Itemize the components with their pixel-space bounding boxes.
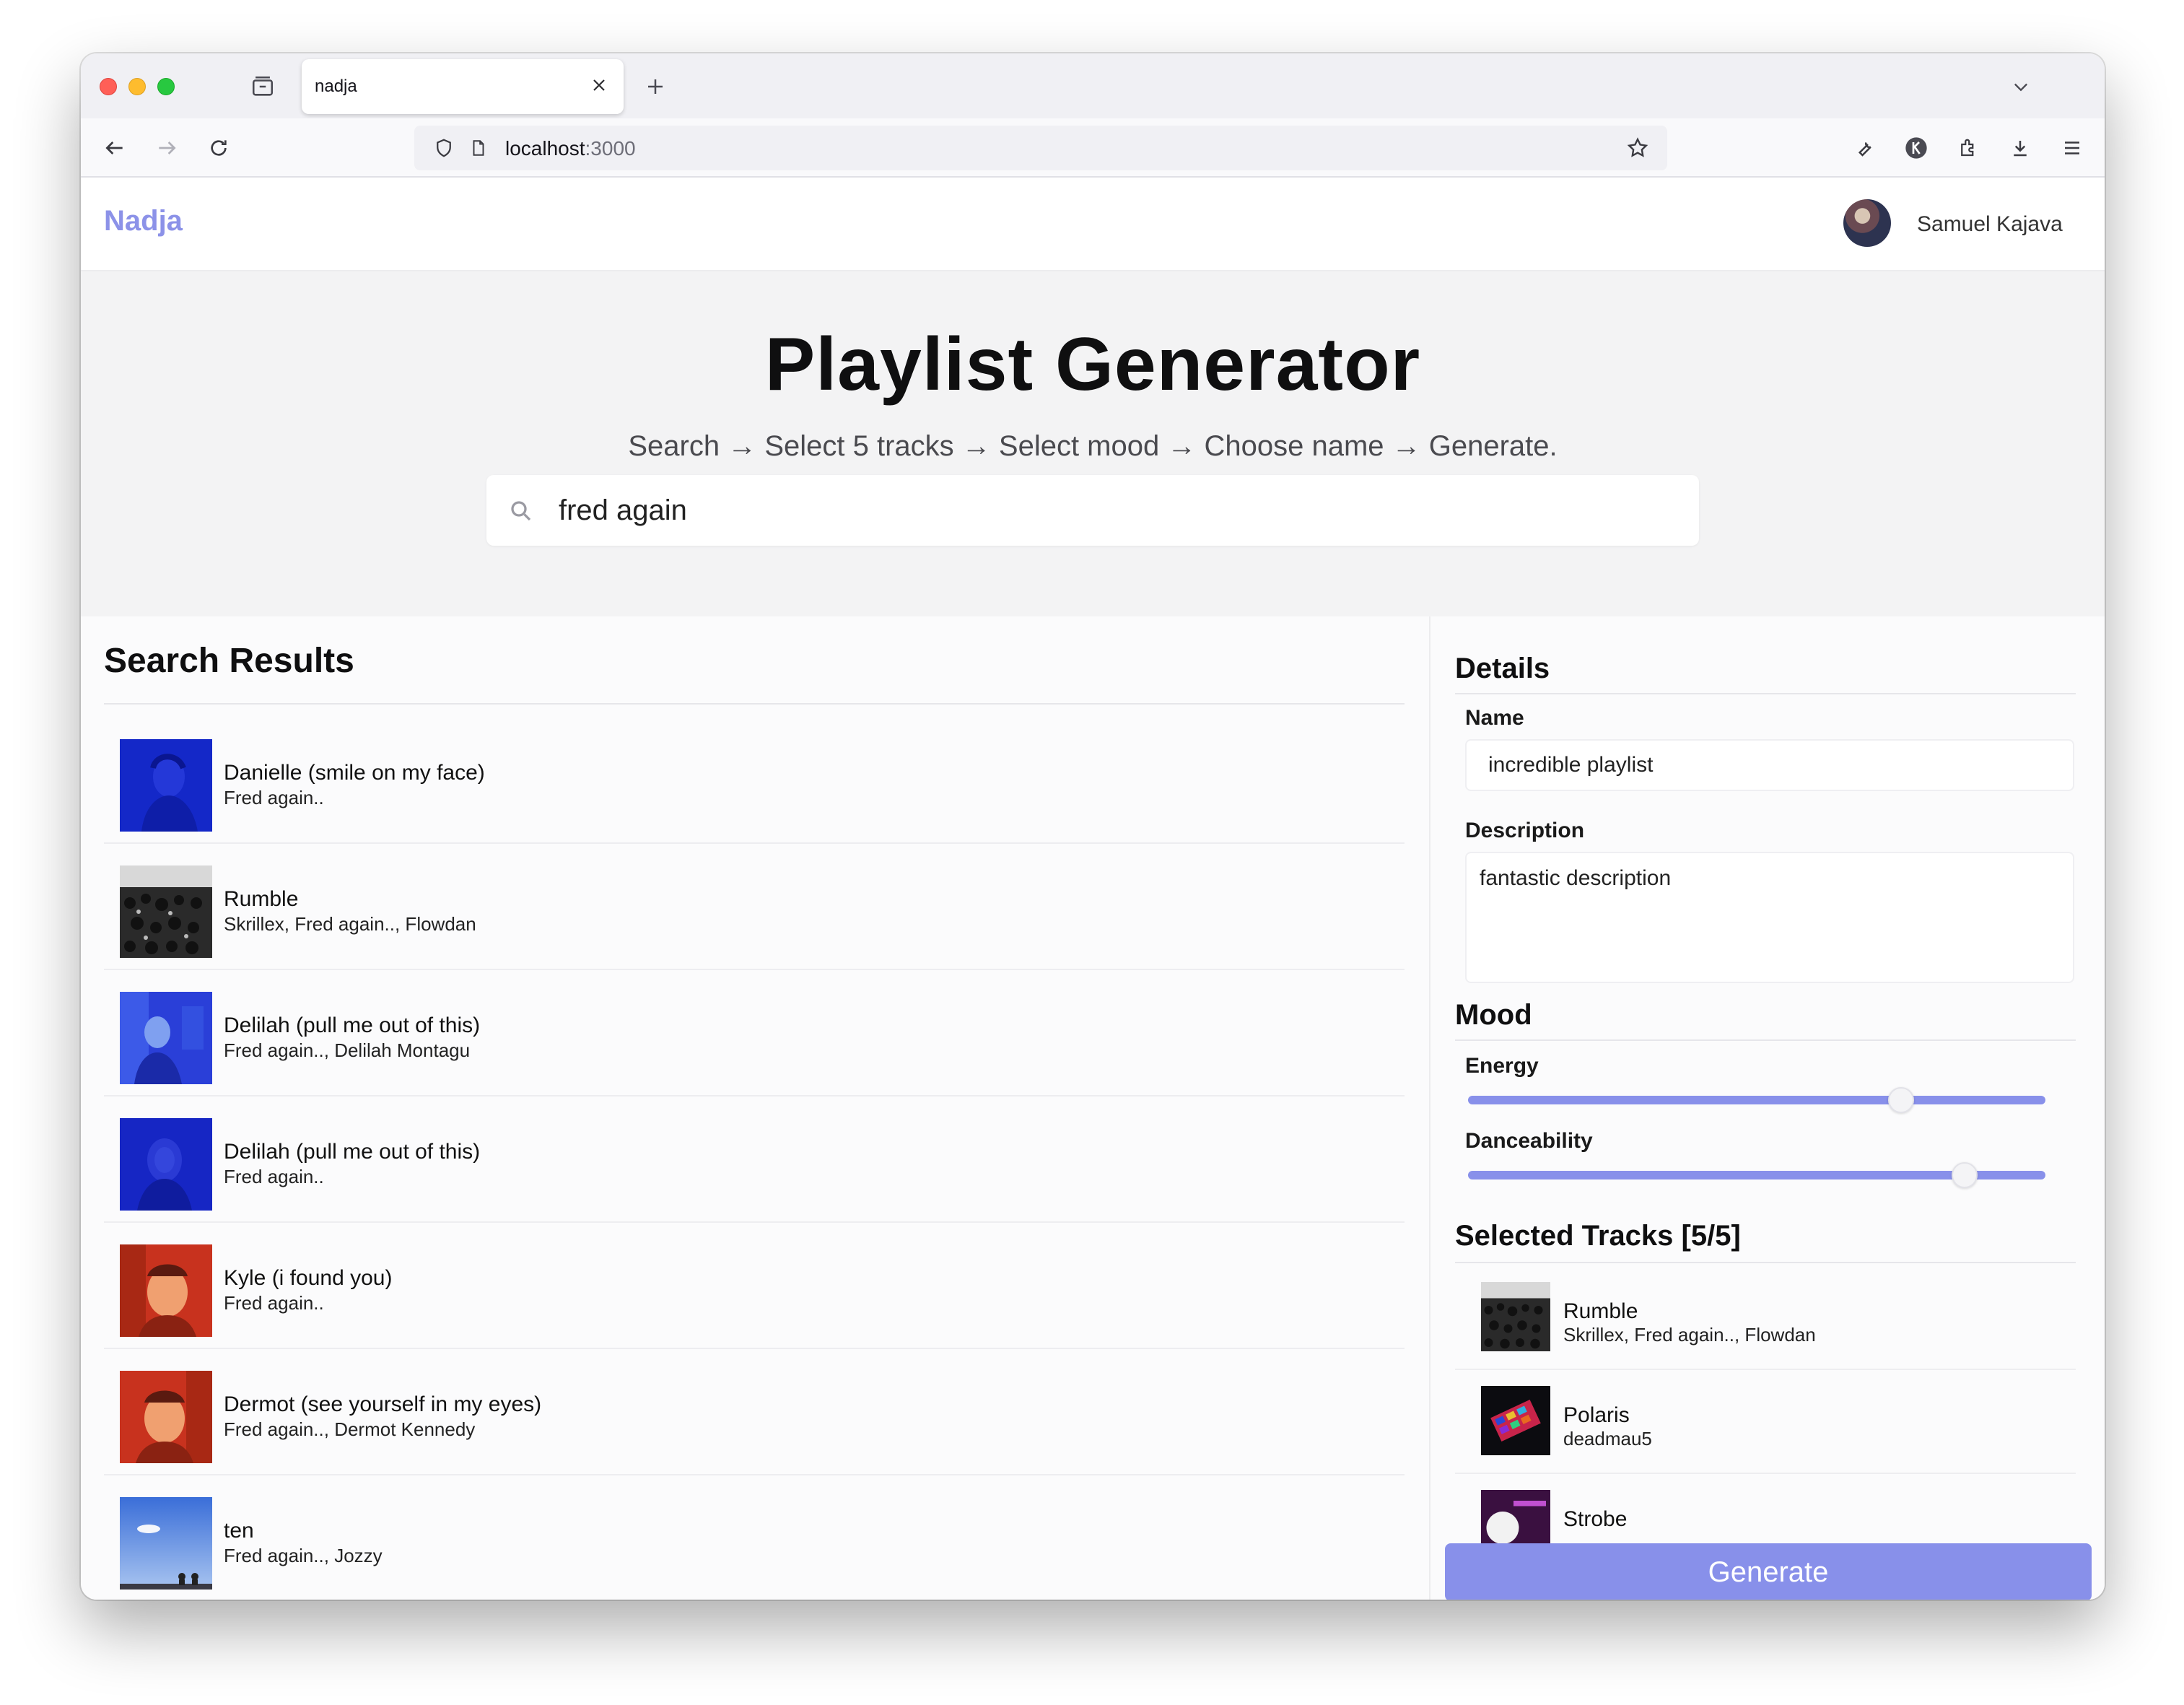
selected-track-artist: Skrillex, Fred again.., Flowdan	[1563, 1324, 1816, 1346]
album-cover	[120, 1497, 212, 1590]
new-tab-icon[interactable]	[641, 72, 670, 101]
track-name: Kyle (i found you)	[224, 1266, 393, 1290]
mood-title: Mood	[1455, 999, 1532, 1031]
selected-tracks-title: Selected Tracks [5/5]	[1455, 1220, 1741, 1252]
energy-slider[interactable]	[1468, 1087, 2045, 1113]
avatar[interactable]	[1843, 199, 1891, 247]
selected-track-row[interactable]: Polaris deadmau5	[1455, 1370, 2076, 1474]
selected-track-name: Rumble	[1563, 1299, 1638, 1323]
selected-track-row[interactable]: Rumble Skrillex, Fred again.., Flowdan	[1455, 1266, 2076, 1370]
tab-list-chevron-icon[interactable]	[2006, 72, 2035, 101]
energy-slider-thumb[interactable]	[1888, 1087, 1914, 1113]
forward-arrow-icon[interactable]	[152, 133, 182, 163]
search-results-panel: Search Results Danielle (smile on my fac…	[81, 616, 1429, 1600]
result-track-row[interactable]: Dermot (see yourself in my eyes) Fred ag…	[104, 1349, 1405, 1475]
album-cover	[120, 1371, 212, 1463]
danceability-slider-thumb[interactable]	[1952, 1162, 1978, 1188]
active-tab[interactable]: nadja	[302, 59, 624, 114]
selected-track-name: Strobe	[1563, 1507, 1628, 1531]
page-icon	[466, 136, 491, 160]
app-navbar: Nadja Samuel Kajava	[81, 179, 2105, 271]
danceability-slider[interactable]	[1468, 1162, 2045, 1188]
shield-icon[interactable]	[432, 136, 456, 160]
album-cover	[1481, 1282, 1550, 1351]
track-name: Dermot (see yourself in my eyes)	[224, 1392, 542, 1416]
divider	[1455, 1039, 2076, 1041]
track-name: Rumble	[224, 887, 299, 911]
page-subtitle: Search → Select 5 tracks → Select mood →…	[628, 430, 1558, 462]
url-bar[interactable]: localhost:3000	[414, 126, 1667, 170]
tab-bar: nadja	[81, 53, 2105, 118]
album-cover	[120, 992, 212, 1084]
tab-title: nadja	[315, 77, 357, 96]
selected-track-name: Polaris	[1563, 1403, 1630, 1427]
album-cover	[1481, 1386, 1550, 1455]
result-track-row[interactable]: Rumble Skrillex, Fred again.., Flowdan	[104, 844, 1405, 970]
result-track-row[interactable]: Kyle (i found you) Fred again..	[104, 1223, 1405, 1349]
divider	[1455, 693, 2076, 694]
account-k-icon[interactable]	[1901, 133, 1931, 163]
browser-toolbar: localhost:3000	[81, 118, 2105, 178]
track-artist: Fred again.., Delilah Montagu	[224, 1039, 471, 1061]
playlist-side-panel: Details Name Description fantastic descr…	[1429, 616, 2105, 1600]
user-name[interactable]: Samuel Kajava	[1917, 212, 2063, 237]
results-list: Danielle (smile on my face) Fred again..…	[104, 718, 1405, 1600]
search-results-title: Search Results	[104, 642, 354, 680]
result-track-row[interactable]: Delilah (pull me out of this) Fred again…	[104, 1096, 1405, 1223]
bookmark-star-icon[interactable]	[1624, 134, 1651, 162]
album-cover	[120, 865, 212, 958]
close-window-button[interactable]	[100, 78, 117, 95]
search-input[interactable]	[559, 475, 1670, 546]
track-name: ten	[224, 1519, 254, 1543]
wrench-icon[interactable]	[1849, 133, 1879, 163]
track-artist: Fred again..	[224, 1292, 324, 1314]
divider	[1455, 1262, 2076, 1263]
search-box[interactable]	[486, 475, 1699, 546]
close-tab-icon[interactable]	[588, 74, 611, 97]
playlist-description-input[interactable]: fantastic description	[1465, 852, 2074, 983]
track-name: Delilah (pull me out of this)	[224, 1013, 481, 1037]
zoom-window-button[interactable]	[157, 78, 175, 95]
album-cover	[120, 1118, 212, 1211]
url-host: localhost	[505, 137, 585, 160]
browser-window: nadja localhost:3000 Nadja Samuel Kajava…	[81, 53, 2105, 1600]
track-name: Danielle (smile on my face)	[224, 761, 485, 785]
page-title: Playlist Generator	[764, 323, 1421, 406]
search-icon	[507, 497, 536, 526]
name-label: Name	[1465, 706, 1524, 730]
hero-section: Playlist Generator Search → Select 5 tra…	[81, 271, 2105, 616]
url-port: :3000	[585, 137, 636, 160]
selected-track-artist: deadmau5	[1563, 1428, 1652, 1449]
app-root: Nadja Samuel Kajava Playlist Generator S…	[81, 179, 2105, 1600]
album-cover	[120, 739, 212, 832]
result-track-row[interactable]: Delilah (pull me out of this) Fred again…	[104, 970, 1405, 1096]
minimize-window-button[interactable]	[128, 78, 146, 95]
danceability-label: Danceability	[1465, 1129, 1593, 1153]
track-artist: Fred again.., Jozzy	[224, 1545, 383, 1566]
divider	[104, 703, 1405, 705]
album-cover	[120, 1244, 212, 1337]
brand-logo[interactable]: Nadja	[104, 205, 183, 237]
track-artist: Fred again.., Dermot Kennedy	[224, 1418, 476, 1440]
tab-overview-icon[interactable]	[248, 72, 277, 101]
selected-tracks-list: Rumble Skrillex, Fred again.., Flowdan P…	[1455, 1266, 2076, 1578]
track-artist: Skrillex, Fred again.., Flowdan	[224, 913, 476, 935]
track-artist: Fred again..	[224, 787, 324, 808]
result-track-row[interactable]: ten Fred again.., Jozzy	[104, 1475, 1405, 1600]
reload-icon[interactable]	[204, 133, 234, 163]
generate-button[interactable]: Generate	[1445, 1543, 2092, 1600]
menu-hamburger-icon[interactable]	[2057, 133, 2087, 163]
back-arrow-icon[interactable]	[100, 133, 130, 163]
playlist-name-input[interactable]	[1465, 739, 2074, 791]
url-text[interactable]: localhost:3000	[505, 137, 636, 160]
details-title: Details	[1455, 653, 1550, 684]
downloads-icon[interactable]	[2005, 133, 2035, 163]
track-name: Delilah (pull me out of this)	[224, 1140, 481, 1164]
description-label: Description	[1465, 819, 1585, 842]
extensions-icon[interactable]	[1953, 133, 1983, 163]
energy-label: Energy	[1465, 1054, 1539, 1078]
result-track-row[interactable]: Danielle (smile on my face) Fred again..	[104, 718, 1405, 844]
track-artist: Fred again..	[224, 1166, 324, 1187]
